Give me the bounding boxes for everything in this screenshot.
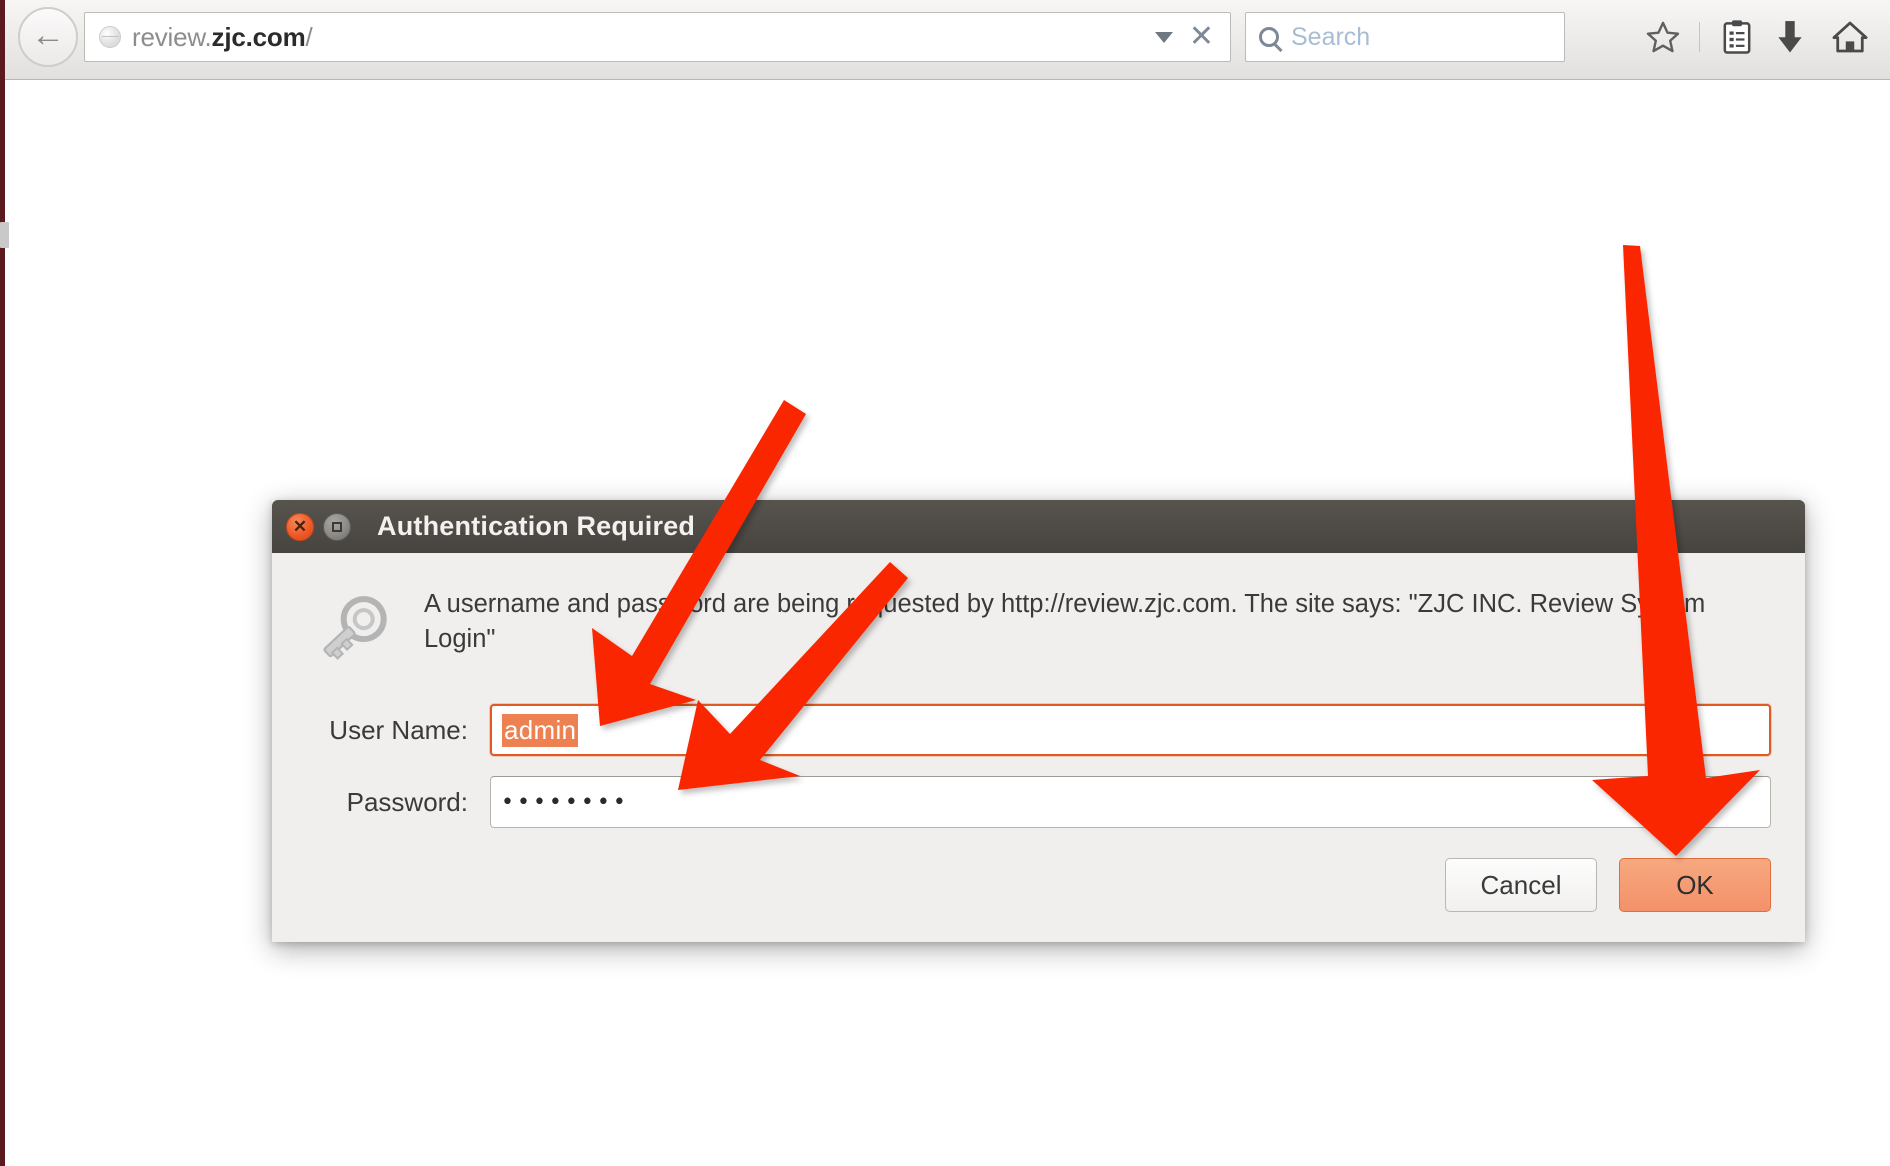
username-field-row: User Name: admin — [306, 704, 1771, 756]
toolbar-divider — [1699, 22, 1701, 52]
password-field-row: Password: •••••••• — [306, 776, 1771, 828]
password-label: Password: — [346, 786, 468, 817]
dialog-button-row: Cancel OK — [306, 828, 1771, 942]
search-placeholder: Search — [1291, 22, 1371, 51]
password-input[interactable]: •••••••• — [490, 776, 1771, 828]
dialog-maximize-button[interactable] — [323, 512, 351, 541]
urlbar-actions: ✕ — [1154, 22, 1230, 52]
ok-button[interactable]: OK — [1619, 858, 1771, 912]
bookmark-star-icon[interactable] — [1640, 19, 1685, 55]
back-arrow-icon: ← — [31, 16, 65, 54]
dialog-message-row: A username and password are being reques… — [306, 581, 1771, 678]
chevron-down-icon[interactable] — [1154, 31, 1173, 43]
dialog-title: Authentication Required — [377, 511, 696, 541]
url-input[interactable]: review.zjc.com/ ✕ — [84, 12, 1231, 62]
scrollbar-nub[interactable] — [0, 222, 9, 248]
authentication-dialog: ✕ Authentication Required A username and… — [272, 500, 1805, 942]
url-text: review.zjc.com/ — [132, 21, 313, 52]
username-value: admin — [502, 713, 579, 747]
downloads-icon[interactable] — [1760, 19, 1821, 55]
cancel-button[interactable]: Cancel — [1445, 858, 1597, 912]
dialog-close-button[interactable]: ✕ — [286, 512, 314, 541]
window-left-edge-top — [0, 0, 5, 80]
search-icon — [1259, 27, 1279, 47]
browser-window: ← review.zjc.com/ ✕ Search ✕ Authenticat… — [0, 0, 1890, 1166]
search-input[interactable]: Search — [1245, 12, 1565, 62]
key-icon — [306, 581, 424, 678]
password-value: •••••••• — [501, 789, 629, 815]
dialog-message: A username and password are being reques… — [424, 590, 1706, 654]
close-icon: ✕ — [292, 517, 308, 536]
toolbar-icon-group — [1640, 12, 1880, 62]
dialog-body: A username and password are being reques… — [272, 553, 1805, 942]
home-icon[interactable] — [1821, 19, 1880, 55]
close-x-icon[interactable]: ✕ — [1189, 22, 1214, 52]
maximize-icon — [332, 521, 342, 532]
reading-list-icon[interactable] — [1714, 19, 1759, 55]
globe-icon — [99, 26, 121, 48]
back-button[interactable]: ← — [18, 7, 78, 67]
username-input[interactable]: admin — [490, 704, 1771, 756]
dialog-titlebar: ✕ Authentication Required — [272, 500, 1805, 553]
username-label: User Name: — [329, 714, 468, 745]
browser-toolbar: ← review.zjc.com/ ✕ Search — [0, 0, 1890, 80]
